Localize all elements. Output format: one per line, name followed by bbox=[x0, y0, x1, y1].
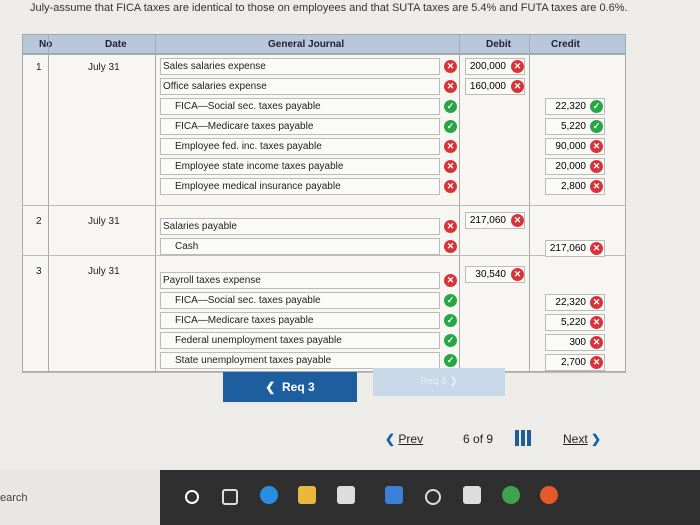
screen: July-assume that FICA taxes are identica… bbox=[0, 0, 700, 470]
account-name: FICA—Medicare taxes payable bbox=[175, 315, 314, 326]
entry-date: July 31 bbox=[88, 216, 120, 227]
account-name: Payroll taxes expense bbox=[163, 275, 261, 286]
account-name: Federal unemployment taxes payable bbox=[175, 335, 342, 346]
taskbar-search[interactable]: earch bbox=[0, 470, 160, 525]
account-name: Office salaries expense bbox=[163, 81, 267, 92]
account-name: Employee state income taxes payable bbox=[175, 161, 344, 172]
incorrect-icon: ✕ bbox=[590, 140, 603, 153]
correct-icon: ✓ bbox=[444, 294, 457, 307]
search-text: earch bbox=[0, 492, 28, 504]
header-debit: Debit bbox=[486, 39, 511, 50]
incorrect-icon: ✕ bbox=[444, 180, 457, 193]
next-link[interactable]: Next ❯ bbox=[563, 432, 601, 446]
incorrect-icon: ✕ bbox=[590, 316, 603, 329]
task-view-icon[interactable] bbox=[222, 489, 238, 505]
incorrect-icon: ✕ bbox=[511, 214, 524, 227]
correct-icon: ✓ bbox=[444, 354, 457, 367]
page-indicator: 6 of 9 bbox=[463, 432, 493, 446]
correct-icon: ✓ bbox=[444, 314, 457, 327]
incorrect-icon: ✕ bbox=[444, 160, 457, 173]
correct-icon: ✓ bbox=[444, 100, 457, 113]
incorrect-icon: ✕ bbox=[590, 242, 603, 255]
req-3-label: Req 3 bbox=[282, 380, 315, 394]
account-name: Employee fed. inc. taxes payable bbox=[175, 141, 322, 152]
instruction-text: July-assume that FICA taxes are identica… bbox=[30, 2, 628, 14]
incorrect-icon: ✕ bbox=[511, 60, 524, 73]
header-date: Date bbox=[105, 39, 127, 50]
account-name: FICA—Medicare taxes payable bbox=[175, 121, 314, 132]
dropbox-icon[interactable] bbox=[385, 486, 403, 504]
incorrect-icon: ✕ bbox=[444, 140, 457, 153]
prev-label: Prev bbox=[398, 432, 424, 446]
entry-no: 1 bbox=[36, 62, 42, 73]
incorrect-icon: ✕ bbox=[444, 274, 457, 287]
file-explorer-icon[interactable] bbox=[298, 486, 316, 504]
infinity-icon[interactable] bbox=[425, 489, 441, 505]
entry-no: 3 bbox=[36, 266, 42, 277]
account-field[interactable] bbox=[160, 238, 440, 255]
req-3-button[interactable]: ❮ Req 3 bbox=[223, 372, 357, 402]
chevron-left-icon: ❮ bbox=[385, 432, 396, 446]
incorrect-icon: ✕ bbox=[444, 220, 457, 233]
req-4-label: Req 4 bbox=[420, 376, 447, 387]
incorrect-icon: ✕ bbox=[511, 268, 524, 281]
journal-header: No Date General Journal Debit Credit bbox=[22, 34, 626, 54]
incorrect-icon: ✕ bbox=[590, 180, 603, 193]
page-current: 6 bbox=[463, 432, 470, 446]
incorrect-icon: ✕ bbox=[444, 240, 457, 253]
entry-no: 2 bbox=[36, 216, 42, 227]
account-name: Employee medical insurance payable bbox=[175, 181, 341, 192]
entry-date: July 31 bbox=[88, 266, 120, 277]
prev-link[interactable]: ❮ Prev bbox=[385, 432, 423, 446]
next-label: Next bbox=[563, 432, 588, 446]
header-no: No bbox=[39, 39, 53, 50]
header-credit: Credit bbox=[551, 39, 580, 50]
correct-icon: ✓ bbox=[444, 120, 457, 133]
account-name: FICA—Social sec. taxes payable bbox=[175, 101, 321, 112]
correct-icon: ✓ bbox=[590, 100, 603, 113]
account-name: Cash bbox=[175, 241, 199, 252]
edge-icon[interactable] bbox=[260, 486, 278, 504]
account-name: FICA—Social sec. taxes payable bbox=[175, 295, 321, 306]
page-total: 9 bbox=[486, 432, 494, 446]
cortana-icon[interactable] bbox=[185, 490, 199, 504]
account-name: State unemployment taxes payable bbox=[175, 355, 332, 366]
incorrect-icon: ✕ bbox=[444, 80, 457, 93]
correct-icon: ✓ bbox=[444, 334, 457, 347]
store-icon[interactable] bbox=[337, 486, 355, 504]
chevron-right-icon: ❯ bbox=[591, 432, 602, 446]
incorrect-icon: ✕ bbox=[511, 80, 524, 93]
app-icon[interactable] bbox=[463, 486, 481, 504]
firefox-icon[interactable] bbox=[540, 486, 558, 504]
req-4-button[interactable]: Req 4 ❯ bbox=[373, 368, 505, 396]
incorrect-icon: ✕ bbox=[590, 336, 603, 349]
account-name: Sales salaries expense bbox=[163, 61, 266, 72]
incorrect-icon: ✕ bbox=[590, 160, 603, 173]
incorrect-icon: ✕ bbox=[590, 356, 603, 369]
correct-icon: ✓ bbox=[590, 120, 603, 133]
chrome-icon[interactable] bbox=[502, 486, 520, 504]
incorrect-icon: ✕ bbox=[444, 60, 457, 73]
incorrect-icon: ✕ bbox=[590, 296, 603, 309]
entry-date: July 31 bbox=[88, 62, 120, 73]
header-general-journal: General Journal bbox=[268, 39, 345, 50]
account-name: Salaries payable bbox=[163, 221, 237, 232]
grid-icon[interactable] bbox=[515, 430, 531, 446]
page-of: of bbox=[473, 432, 484, 446]
